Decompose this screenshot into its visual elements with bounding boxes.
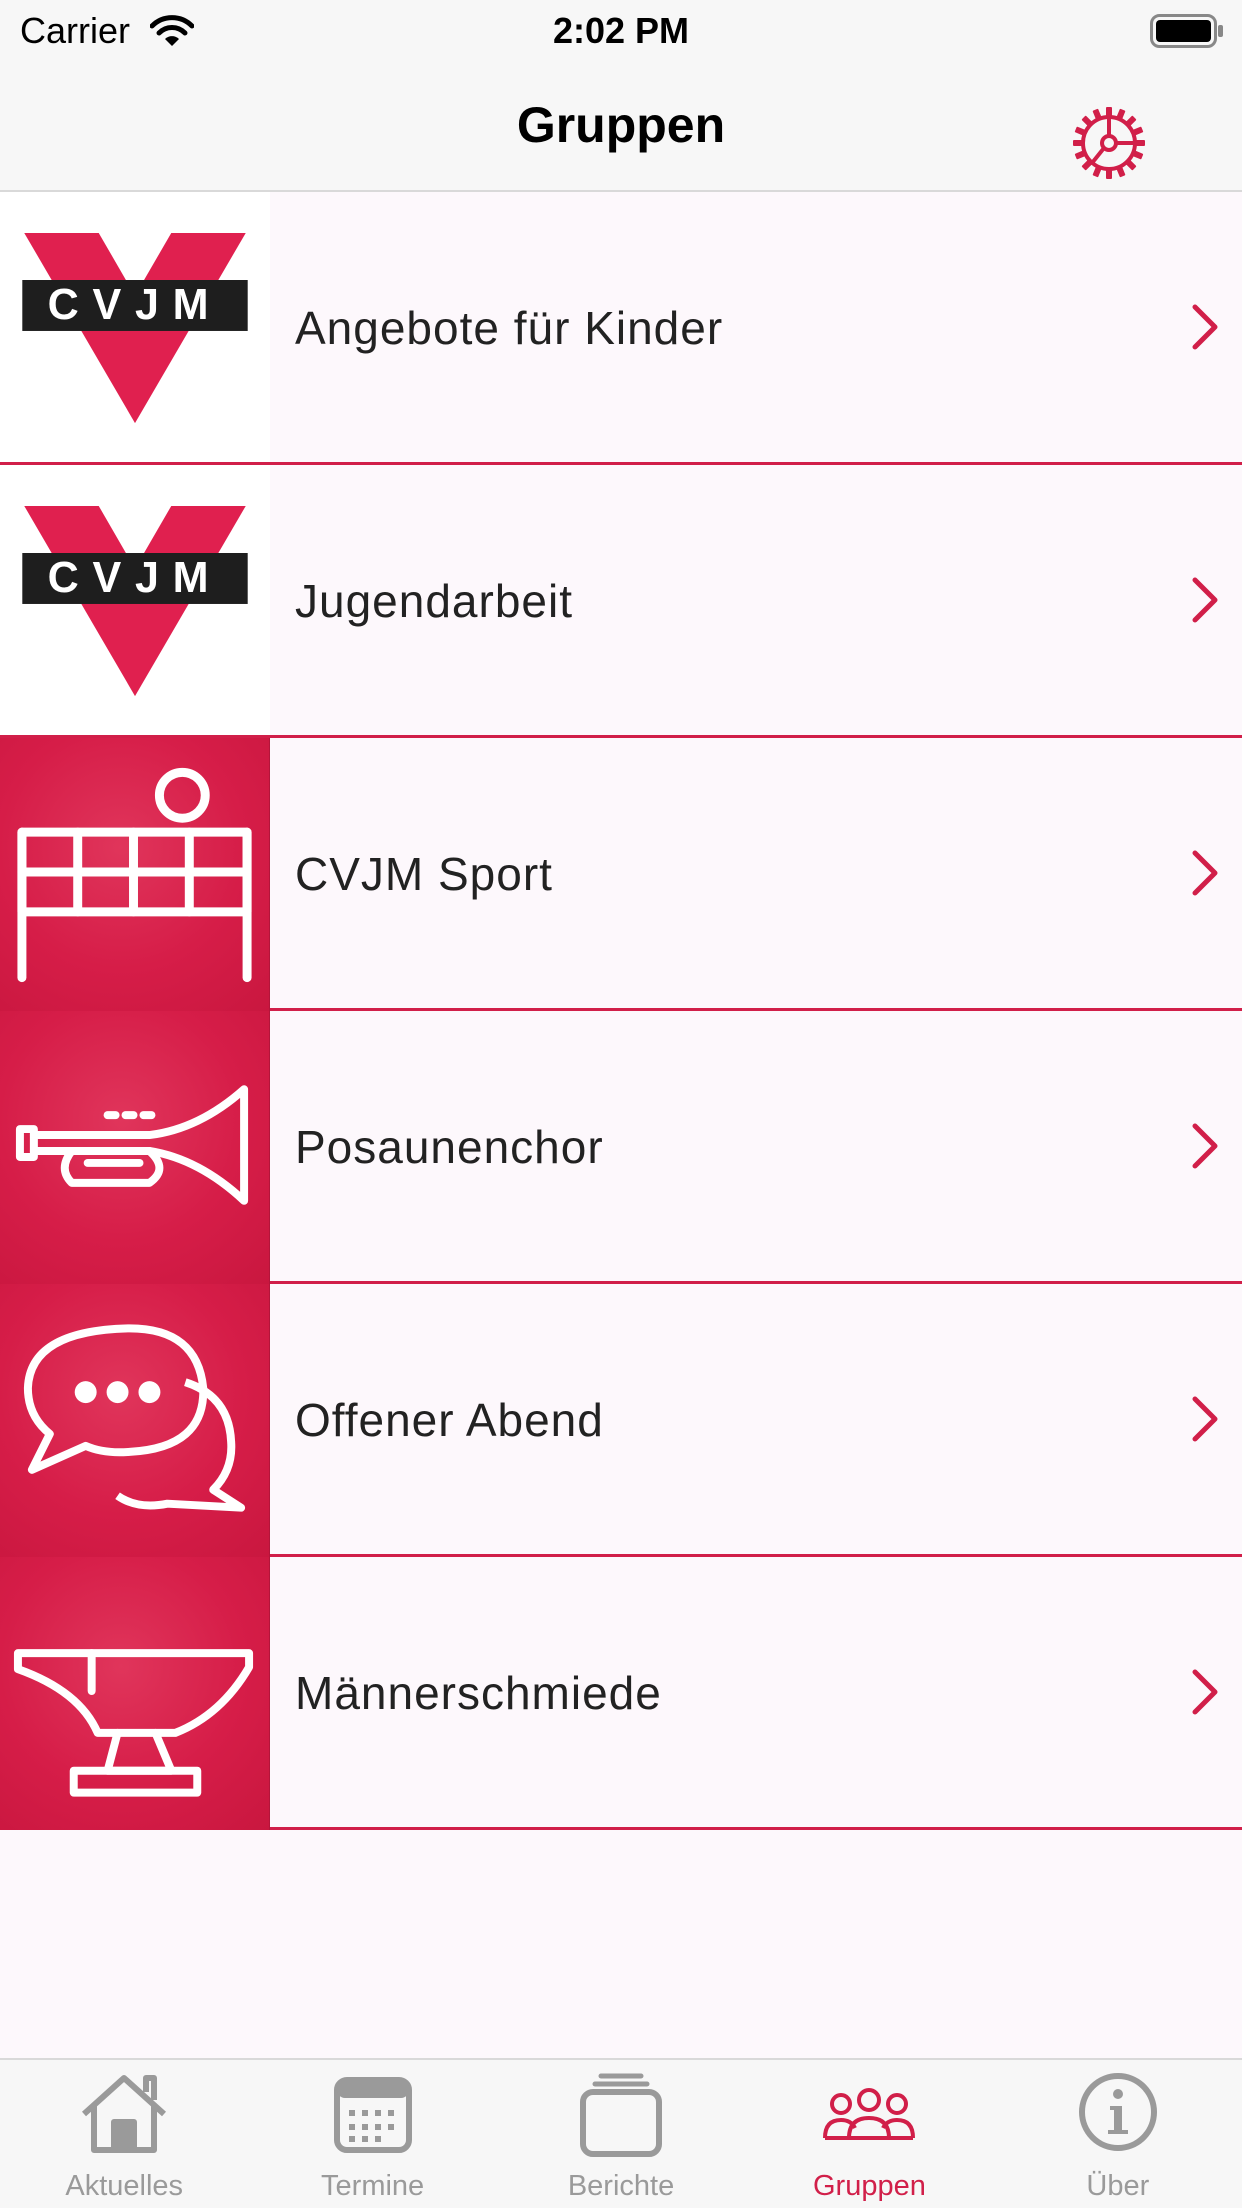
cvjm-logo-icon: CVJM	[22, 232, 248, 423]
svg-text:CVJM: CVJM	[48, 281, 223, 329]
tab-label: Berichte	[567, 2170, 675, 2202]
chat-bubbles-thumbnail	[0, 1284, 270, 1557]
page-title: Gruppen	[516, 97, 726, 153]
list-item-label: Offener Abend	[295, 1394, 604, 1446]
tab-bar: Aktuelles Termine Berichte Gruppen Über	[0, 2058, 1242, 2208]
chevron-right-icon	[1192, 850, 1218, 896]
list-item-jugendarbeit[interactable]: CVJM Jugendarbeit	[0, 465, 1242, 738]
settings-button[interactable]	[1070, 104, 1148, 182]
svg-text:CVJM: CVJM	[48, 554, 223, 602]
house-icon	[82, 2075, 167, 2153]
list-item-cvjm-sport[interactable]: CVJM Sport	[0, 738, 1242, 1011]
anvil-thumbnail	[0, 1557, 270, 1830]
volleyball-net-icon	[17, 767, 252, 983]
cvjm-logo: CVJM	[0, 465, 270, 738]
chevron-right-icon	[1192, 1669, 1218, 1715]
tab-label: Termine	[321, 2170, 425, 2202]
status-bar: Carrier 2:02 PM	[0, 0, 1242, 62]
trumpet-thumbnail	[0, 1011, 270, 1284]
calendar-icon	[333, 2077, 412, 2153]
info-icon	[1078, 2073, 1157, 2151]
list-item-maennerschmiede[interactable]: Männerschmiede	[0, 1557, 1242, 1830]
chevron-right-icon	[1192, 577, 1218, 623]
volleyball-net-thumbnail	[0, 738, 270, 1011]
tab-termine[interactable]: Termine	[248, 2060, 496, 2208]
navigation-bar: Gruppen	[0, 62, 1242, 192]
list-item-offener-abend[interactable]: Offener Abend	[0, 1284, 1242, 1557]
cvjm-logo: CVJM	[0, 192, 270, 465]
list-item-label: Posaunenchor	[295, 1121, 604, 1173]
tab-berichte[interactable]: Berichte	[497, 2060, 745, 2208]
list-item-posaunenchor[interactable]: Posaunenchor	[0, 1011, 1242, 1284]
chevron-right-icon	[1192, 1396, 1218, 1442]
battery-icon	[1150, 14, 1223, 48]
app-screen: Carrier 2:02 PM Gruppen CVJM Angebote fü…	[0, 0, 1242, 2208]
list-item-label: CVJM Sport	[295, 848, 553, 900]
anvil-icon	[13, 1649, 254, 1797]
tab-label: Über	[1086, 2170, 1150, 2202]
cvjm-logo-icon: CVJM	[22, 505, 248, 696]
list-item-label: Angebote für Kinder	[295, 302, 724, 354]
tab-aktuelles[interactable]: Aktuelles	[0, 2060, 248, 2208]
list-item-angebote-fuer-kinder[interactable]: CVJM Angebote für Kinder	[0, 192, 1242, 465]
chevron-right-icon	[1192, 304, 1218, 350]
tab-gruppen[interactable]: Gruppen	[745, 2060, 993, 2208]
people-icon	[823, 2088, 916, 2140]
gear-icon	[1073, 107, 1145, 179]
group-list: CVJM Angebote für Kinder CVJM Jugendarbe…	[0, 192, 1242, 1830]
list-item-label: Jugendarbeit	[295, 575, 573, 627]
tab-label: Aktuelles	[65, 2170, 184, 2202]
status-time: 2:02 PM	[552, 10, 690, 51]
chat-bubbles-icon	[23, 1324, 246, 1512]
stack-icon	[580, 2073, 663, 2157]
list-item-label: Männerschmiede	[295, 1667, 662, 1719]
tab-ueber[interactable]: Über	[994, 2060, 1242, 2208]
tab-label: Gruppen	[812, 2170, 926, 2202]
trumpet-icon	[15, 1085, 249, 1205]
chevron-right-icon	[1192, 1123, 1218, 1169]
